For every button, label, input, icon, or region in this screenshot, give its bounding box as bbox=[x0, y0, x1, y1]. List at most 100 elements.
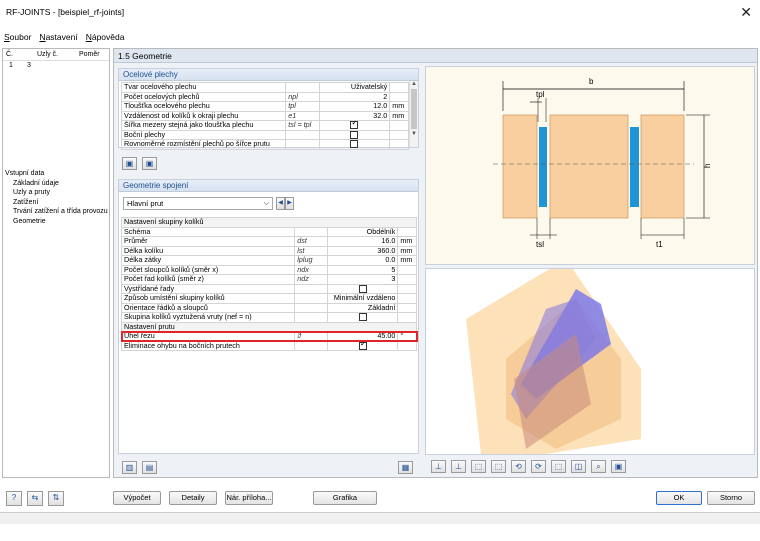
table-row[interactable]: Úhel řezu ϑ 45.00 ° bbox=[120, 330, 418, 342]
table-row[interactable]: Skupina kolíků vyztužená vruty (nef = n) bbox=[120, 312, 417, 323]
member-select[interactable]: Hlavní prut ⌵ bbox=[123, 197, 273, 210]
row-value[interactable]: 12.0 bbox=[318, 101, 391, 112]
select-icon[interactable]: ⌕ bbox=[591, 460, 606, 473]
table-row[interactable]: Tloušťka ocelového plechu tpl 12.0 mm bbox=[120, 101, 409, 112]
national-annex-button[interactable]: Nár. příloha... bbox=[225, 491, 273, 505]
calculate-button[interactable]: Výpočet bbox=[113, 491, 161, 505]
plates-export-button[interactable]: ▣ bbox=[142, 157, 157, 170]
table-row[interactable]: Boční plechy bbox=[120, 129, 409, 140]
table-row[interactable]: Počet ocelových plechů npl 2 bbox=[120, 91, 409, 102]
col-nodes: Uzly č. bbox=[37, 51, 58, 58]
row-value[interactable]: 0.0 bbox=[327, 255, 399, 266]
row-value[interactable]: 45.00 bbox=[327, 331, 399, 342]
display-icon[interactable]: ▣ bbox=[611, 460, 626, 473]
help-icon[interactable]: ? bbox=[6, 491, 22, 506]
plates-import-button[interactable]: ▣ bbox=[122, 157, 137, 170]
label-h: h bbox=[703, 164, 712, 168]
row-unit bbox=[397, 226, 417, 237]
row-value[interactable]: 5 bbox=[327, 264, 399, 275]
table-row[interactable]: Průměr dst 16.0 mm bbox=[120, 236, 417, 247]
checkbox[interactable] bbox=[358, 341, 367, 350]
row-value[interactable]: Obdélník bbox=[327, 226, 399, 237]
import-icon[interactable]: ⇆ bbox=[27, 491, 43, 506]
close-icon[interactable]: ✕ bbox=[740, 4, 752, 21]
table-row[interactable]: Vzdálenost od kolíků k okraji plechu e1 32… bbox=[120, 110, 409, 121]
row-symbol: dst bbox=[294, 236, 329, 247]
row-value[interactable]: 2 bbox=[318, 91, 391, 102]
checkbox[interactable] bbox=[350, 121, 359, 130]
view-iso2-icon[interactable]: ⬚ bbox=[491, 460, 506, 473]
row-value[interactable]: Uživatelský bbox=[318, 82, 391, 93]
row-value[interactable]: Základní bbox=[327, 302, 399, 313]
rotate-icon[interactable]: ⟲ bbox=[511, 460, 526, 473]
row-unit bbox=[389, 120, 409, 131]
view-side-icon[interactable]: ⊥ bbox=[451, 460, 466, 473]
row-symbol: npl bbox=[285, 91, 320, 102]
row-value[interactable]: 32.0 bbox=[318, 110, 391, 121]
tree-item[interactable]: Základní údaje bbox=[3, 179, 109, 189]
table-row[interactable]: Tvar ocelového plechu Uživatelský bbox=[120, 82, 409, 93]
table-row[interactable]: Orientace řádků a sloupců Základní bbox=[120, 302, 417, 313]
table-row[interactable]: Nastavení skupiny kolíků bbox=[121, 217, 417, 228]
row-value[interactable]: 16.0 bbox=[327, 236, 399, 247]
row-label: Vzdálenost od kolíků k okraji plechu bbox=[120, 110, 287, 121]
plates-scrollbar[interactable]: ▲ ▼ bbox=[409, 81, 418, 147]
ok-button[interactable]: OK bbox=[656, 491, 702, 505]
row-value[interactable] bbox=[327, 312, 399, 323]
details-button[interactable]: Detaily bbox=[169, 491, 217, 505]
tree-item[interactable]: Geometrie bbox=[3, 217, 109, 227]
zoom-icon[interactable]: ⬚ bbox=[551, 460, 566, 473]
table-row[interactable]: Rovnoměrné rozmístění plechů po šířce pr… bbox=[120, 139, 409, 150]
row-value[interactable] bbox=[327, 283, 399, 294]
row-value[interactable]: Minimální vzdáleno bbox=[327, 293, 399, 304]
menu-item-2[interactable]: Nápověda bbox=[86, 30, 125, 45]
table-row[interactable]: Schéma Obdélník bbox=[120, 226, 417, 237]
table-row[interactable]: Délka kolíku lst 360.0 mm bbox=[120, 245, 417, 256]
tree-item[interactable]: Trvání zatížení a třída provozu bbox=[3, 207, 109, 217]
main-panel: 1.5 Geometrie Ocelové plechy Tvar ocelov… bbox=[113, 48, 758, 478]
cancel-button[interactable]: Storno bbox=[707, 491, 755, 505]
next-member-button[interactable]: ▶ bbox=[285, 197, 294, 210]
render-icon[interactable]: ◫ bbox=[571, 460, 586, 473]
row-value[interactable] bbox=[318, 120, 391, 131]
row-value[interactable] bbox=[318, 129, 391, 140]
view-button[interactable]: ▥ bbox=[122, 461, 137, 474]
table-row[interactable]: Délka zátky lplug 0.0 mm bbox=[120, 255, 417, 266]
table-row[interactable]: Nastavení prutu bbox=[121, 321, 417, 332]
checkbox[interactable] bbox=[358, 313, 367, 322]
prev-member-button[interactable]: ◀ bbox=[276, 197, 285, 210]
row-value[interactable] bbox=[318, 139, 391, 150]
graphics-button[interactable]: Grafika bbox=[313, 491, 377, 505]
checkbox[interactable] bbox=[350, 130, 359, 139]
tree-item[interactable]: Zatížení bbox=[3, 198, 109, 208]
table-row[interactable]: 1 3 bbox=[3, 61, 109, 71]
row-symbol bbox=[285, 139, 320, 150]
row-value[interactable]: 360.0 bbox=[327, 245, 399, 256]
save-button[interactable]: ▤ bbox=[142, 461, 157, 474]
menu-item-1[interactable]: Nastavení bbox=[39, 30, 77, 45]
export-icon[interactable]: ⇅ bbox=[48, 491, 64, 506]
table-row[interactable]: Vystřídané řady bbox=[120, 283, 417, 294]
tree-item[interactable]: Uzly a pruty bbox=[3, 188, 109, 198]
table-row[interactable]: Eliminace ohybu na bočních prutech bbox=[120, 340, 417, 351]
table-row[interactable]: Šířka mezery stejná jako tloušťka plechu… bbox=[120, 120, 409, 131]
tree-root[interactable]: Vstupní data bbox=[3, 169, 109, 179]
table-row[interactable]: Počet řad kolíků (směr z) ndz 3 bbox=[120, 274, 417, 285]
row-label: Způsob umístění skupiny kolíků bbox=[120, 293, 296, 304]
3d-view[interactable] bbox=[425, 259, 755, 455]
steel-plates-group: Ocelové plechy Tvar ocelového plechu Uživ… bbox=[118, 68, 419, 150]
row-value[interactable] bbox=[327, 340, 399, 351]
rotate2-icon[interactable]: ⟳ bbox=[531, 460, 546, 473]
row-nodes: 3 bbox=[27, 62, 31, 69]
export-table-button[interactable]: ▦ bbox=[398, 461, 413, 474]
view-front-icon[interactable]: ⊥ bbox=[431, 460, 446, 473]
row-value[interactable]: 3 bbox=[327, 274, 399, 285]
row-label: Délka kolíku bbox=[120, 245, 296, 256]
checkbox[interactable] bbox=[350, 140, 359, 149]
menu-item-0[interactable]: Soubor bbox=[4, 30, 31, 45]
table-row[interactable]: Počet sloupců kolíků (směr x) ndx 5 bbox=[120, 264, 417, 275]
view-iso-icon[interactable]: ⬚ bbox=[471, 460, 486, 473]
table-row[interactable]: Způsob umístění skupiny kolíků Minimální … bbox=[120, 293, 417, 304]
checkbox[interactable] bbox=[358, 284, 367, 293]
row-label: Boční plechy bbox=[120, 129, 287, 140]
